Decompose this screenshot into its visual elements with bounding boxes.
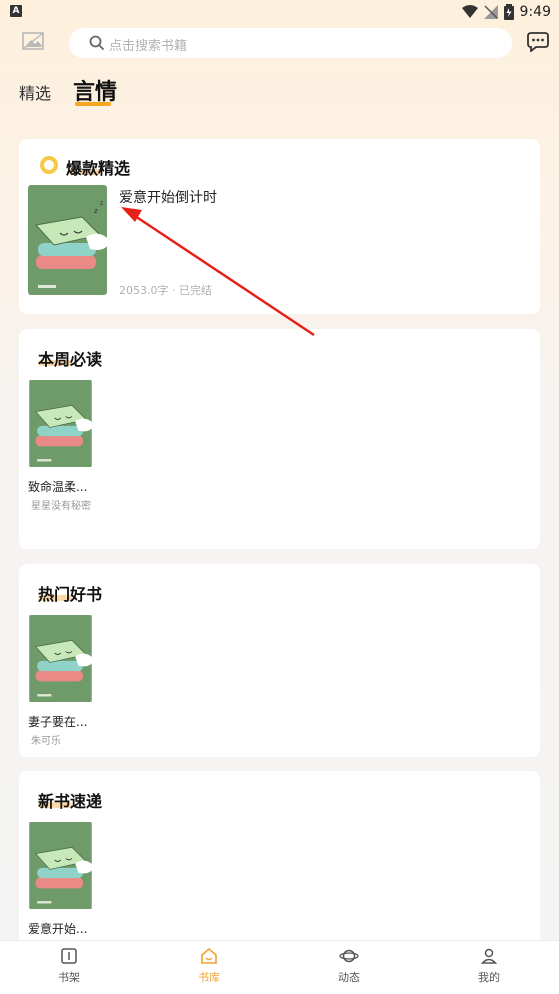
wifi-icon: [461, 5, 478, 18]
new-books-section: 新书速递 爱意开始...: [19, 771, 540, 946]
book-cover-art: z z: [28, 185, 107, 295]
battery-icon: [503, 4, 514, 20]
book-cover[interactable]: [28, 615, 93, 702]
book-title[interactable]: 爱意开始倒计时: [119, 187, 217, 207]
book-author: 朱可乐: [31, 736, 61, 747]
nav-activity[interactable]: 动态: [309, 947, 389, 985]
weekly-must-read-section: 本周必读 致命温柔... 星星没有秘密: [19, 329, 540, 549]
book-cover-art: [29, 615, 93, 702]
nav-label: 书架: [58, 971, 80, 984]
top-bar: 点击搜索书籍: [0, 28, 559, 60]
clock: 9:49: [519, 4, 551, 20]
sim-indicator: A: [10, 5, 22, 17]
profile-icon: [480, 948, 498, 964]
book-cover[interactable]: [28, 822, 93, 909]
image-icon[interactable]: [22, 32, 44, 50]
svg-text:z: z: [94, 207, 98, 215]
active-tab-indicator: [75, 102, 111, 106]
status-icons: 9:49: [461, 2, 551, 22]
book-author: 星星没有秘密: [31, 501, 91, 512]
hot-badge-icon: [40, 156, 58, 174]
book-title[interactable]: 爱意开始...: [28, 920, 87, 937]
popular-books-section: 热门好书 妻子要在... 朱可乐: [19, 564, 540, 757]
svg-text:z: z: [100, 200, 103, 207]
nav-label: 我的: [478, 971, 500, 984]
section-title: 新书速递: [38, 792, 103, 811]
book-cover-art: [29, 380, 93, 467]
tab-featured[interactable]: 精选: [19, 80, 51, 104]
nav-bookshelf[interactable]: 书架: [29, 947, 109, 985]
bookshelf-icon: [61, 948, 77, 964]
hot-picks-section: 爆款精选 z z 爱意开始倒计时 2053.0字 · 已完结: [19, 139, 540, 314]
search-bar[interactable]: 点击搜索书籍: [69, 28, 512, 58]
message-icon[interactable]: [527, 32, 549, 52]
planet-icon: [339, 949, 359, 963]
section-title: 热门好书: [38, 585, 103, 604]
search-placeholder: 点击搜索书籍: [109, 39, 188, 54]
book-cover[interactable]: [28, 380, 93, 467]
book-cover-art: [29, 822, 93, 909]
library-icon: [201, 947, 217, 964]
book-title[interactable]: 致命温柔...: [28, 478, 87, 495]
section-title: 爆款精选: [66, 159, 131, 178]
nav-label: 动态: [338, 971, 360, 984]
book-cover[interactable]: z z: [28, 185, 107, 295]
status-bar: A 9:49: [0, 0, 559, 24]
nav-label: 书库: [198, 971, 220, 984]
nav-profile[interactable]: 我的: [449, 947, 529, 985]
no-signal-icon: [483, 5, 498, 19]
section-title: 本周必读: [38, 350, 103, 369]
search-icon: [89, 35, 104, 50]
bottom-nav: 书架 书库 动态 我的: [0, 940, 559, 994]
book-title[interactable]: 妻子要在...: [28, 713, 87, 730]
book-meta: 2053.0字 · 已完结: [119, 284, 212, 297]
nav-library[interactable]: 书库: [169, 947, 249, 985]
